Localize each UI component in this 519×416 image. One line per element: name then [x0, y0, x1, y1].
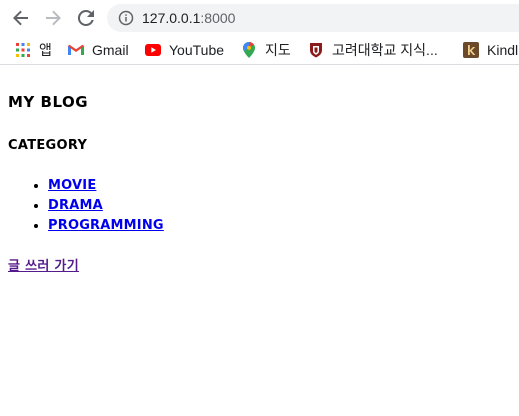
site-title: MY BLOG [8, 93, 89, 111]
write-post-link[interactable]: 글 쓰러 가기 [8, 255, 79, 274]
back-button[interactable] [9, 6, 33, 30]
apps-grid-icon [15, 42, 31, 58]
category-link-movie[interactable]: MOVIE [48, 178, 96, 193]
bookmark-kindle[interactable]: Kindl [463, 36, 518, 64]
url-host: 127.0.0.1 [142, 10, 201, 26]
bookmark-maps[interactable]: 지도 [241, 36, 291, 64]
category-link-drama[interactable]: DRAMA [48, 198, 103, 213]
bookmark-gmail[interactable]: Gmail [68, 36, 129, 64]
bookmark-label: 앱 [39, 42, 52, 58]
category-link-programming[interactable]: PROGRAMMING [48, 218, 164, 233]
bookmark-label: 고려대학교 지식... [332, 42, 438, 58]
maps-pin-icon [241, 42, 257, 58]
category-heading: CATEGORY [8, 138, 88, 153]
category-item: DRAMA [48, 196, 164, 216]
address-bar[interactable]: 127.0.0.1:8000 [107, 4, 519, 32]
bookmark-label: YouTube [169, 42, 225, 58]
browser-toolbar: 127.0.0.1:8000 [0, 0, 519, 36]
forward-button[interactable] [41, 6, 65, 30]
youtube-icon [145, 42, 161, 58]
category-item: PROGRAMMING [48, 216, 164, 236]
gmail-icon [68, 42, 84, 58]
kindle-icon [463, 42, 479, 58]
bookmark-label: Gmail [92, 42, 129, 58]
arrow-right-icon [46, 10, 61, 26]
bookmark-youtube[interactable]: YouTube [145, 36, 224, 64]
reload-button[interactable] [74, 6, 98, 30]
bookmarks-bar: 앱 Gmail YouTube 지도 고려대학교 지식... Kindl [0, 36, 519, 65]
bookmark-apps[interactable]: 앱 [15, 36, 52, 64]
bookmark-label: Kindl [487, 42, 519, 58]
bookmark-label: 지도 [265, 42, 291, 58]
category-item: MOVIE [48, 176, 164, 196]
page-content: MY BLOG CATEGORY MOVIE DRAMA PROGRAMMING… [0, 65, 519, 416]
category-list: MOVIE DRAMA PROGRAMMING [28, 176, 164, 236]
info-icon[interactable] [118, 10, 134, 26]
arrow-left-icon [13, 10, 28, 26]
korea-university-icon [308, 42, 324, 58]
reload-icon [77, 9, 94, 26]
url-text: 127.0.0.1:8000 [142, 10, 235, 26]
bookmark-korea-university[interactable]: 고려대학교 지식... [308, 36, 438, 64]
url-port: :8000 [200, 10, 236, 26]
